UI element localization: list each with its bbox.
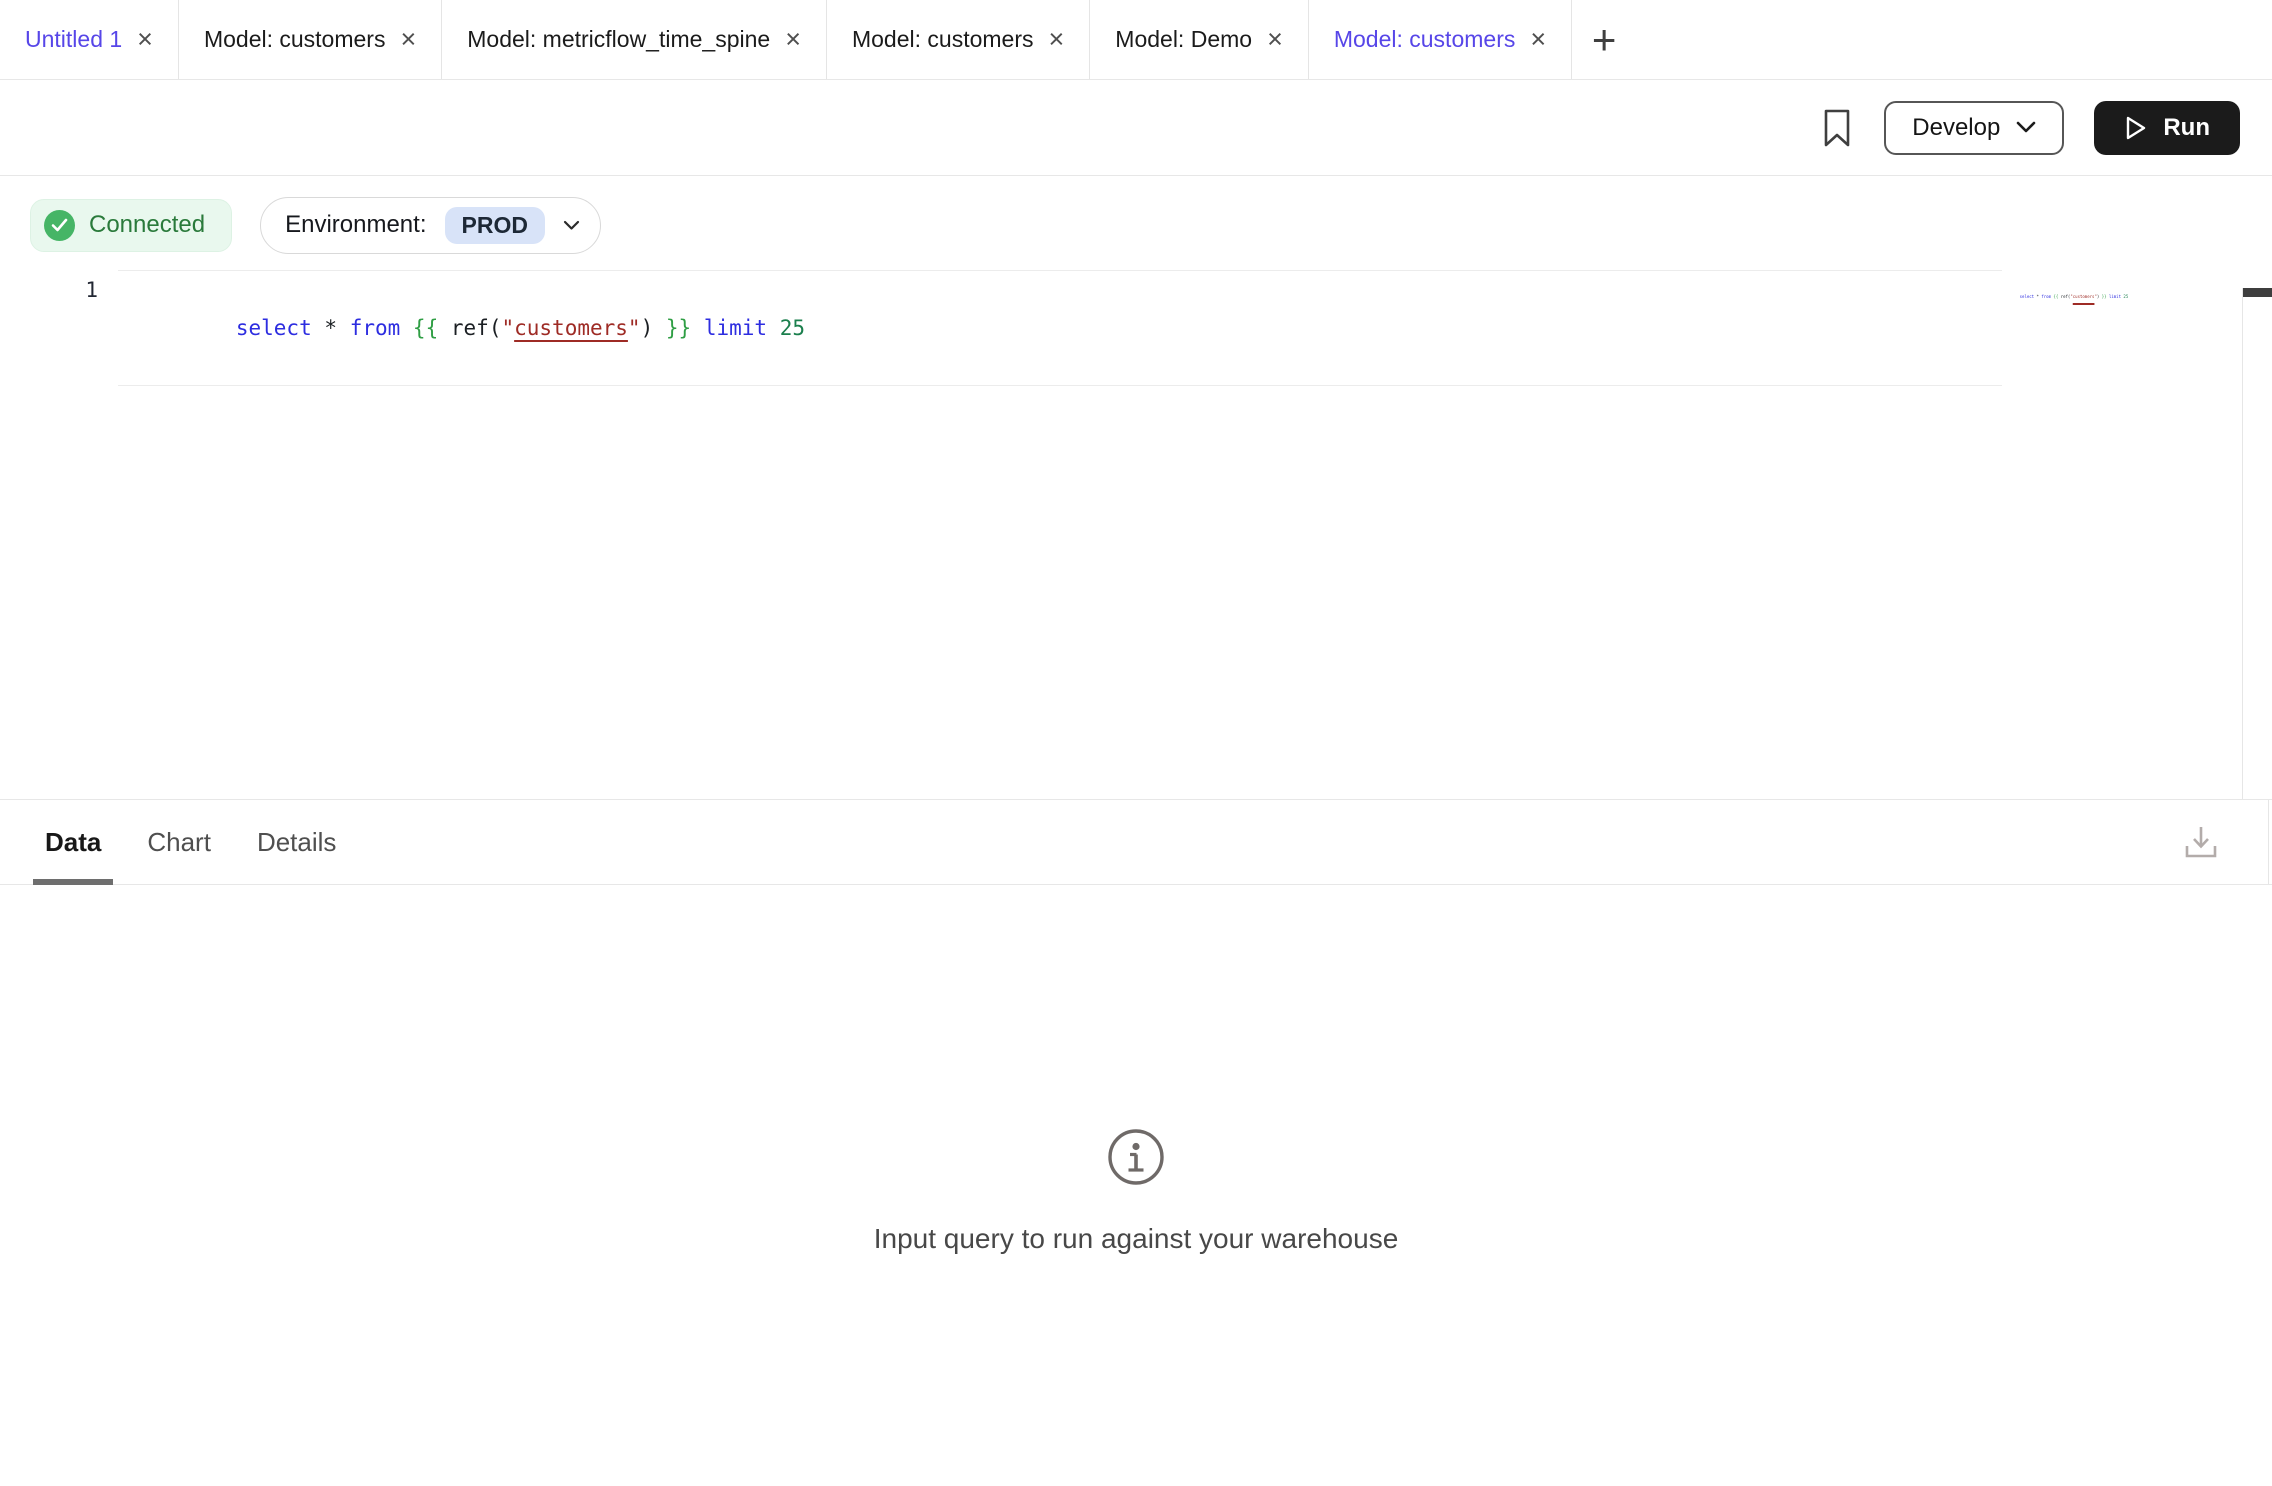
minimap-token: ref (2061, 294, 2068, 299)
results-empty-state: Input query to run against your warehous… (0, 885, 2272, 1486)
code-line[interactable]: select * from {{ ref("customers") }} lim… (118, 270, 2002, 386)
editor-tab-label: Model: customers (1334, 26, 1516, 53)
code-token: 25 (780, 316, 805, 340)
empty-state-message: Input query to run against your warehous… (874, 1223, 1399, 1255)
line-number: 1 (0, 270, 118, 386)
develop-button-label: Develop (1912, 114, 2000, 142)
close-icon[interactable]: × (1049, 26, 1065, 53)
connection-status-badge: Connected (30, 199, 232, 252)
editor-tab-label: Untitled 1 (25, 26, 122, 53)
editor-tab-label: Model: customers (204, 26, 386, 53)
editor-tab[interactable]: Untitled 1 × (0, 0, 179, 79)
panel-divider (2268, 800, 2269, 884)
check-circle-icon (44, 210, 75, 241)
editor-tab[interactable]: Model: customers × (827, 0, 1090, 79)
code-editor: 1 select * from {{ ref("customers") }} l… (0, 270, 2272, 386)
toolbar: Develop Run (0, 80, 2272, 176)
code-token: ) (641, 316, 654, 340)
editor-tab[interactable]: Model: Demo × (1090, 0, 1309, 79)
new-tab-button[interactable]: + (1572, 0, 1636, 79)
connection-status-label: Connected (89, 211, 205, 239)
editor-minimap: select * from {{ ref("customers") }} lim… (2010, 288, 2128, 306)
bookmark-button[interactable] (1820, 107, 1854, 149)
download-icon (2182, 824, 2220, 860)
chevron-down-icon (563, 220, 580, 231)
editor-tab[interactable]: Model: customers × (179, 0, 442, 79)
close-icon[interactable]: × (1530, 26, 1546, 53)
minimap-token: select (2020, 294, 2034, 299)
plus-icon: + (1592, 16, 1617, 64)
sql-editor-pane: Connected Environment: PROD 1 select * f… (0, 196, 2272, 800)
code-token: from (350, 316, 401, 340)
info-circle-icon (1106, 1127, 1166, 1187)
close-icon[interactable]: × (1267, 26, 1283, 53)
develop-button[interactable]: Develop (1884, 101, 2064, 155)
editor-tab-label: Model: customers (852, 26, 1034, 53)
minimap-token: limit (2109, 294, 2121, 299)
results-tab-label: Data (45, 827, 101, 858)
code-token: {{ (413, 316, 438, 340)
editor-tab-label: Model: metricflow_time_spine (467, 26, 770, 53)
results-tab-label: Details (257, 827, 336, 858)
code-token: " (628, 316, 641, 340)
results-tab[interactable]: Chart (147, 800, 211, 884)
bookmark-icon (1820, 107, 1854, 149)
code-token (653, 316, 666, 340)
results-panel-header: Data Chart Details (0, 800, 2272, 885)
play-icon (2124, 115, 2148, 141)
environment-selector[interactable]: Environment: PROD (260, 197, 601, 254)
close-icon[interactable]: × (785, 26, 801, 53)
code-token (767, 316, 780, 340)
code-token: * (324, 316, 337, 340)
minimap-token: from (2041, 294, 2051, 299)
run-button-label: Run (2163, 114, 2210, 142)
editor-tab[interactable]: Model: metricflow_time_spine × (442, 0, 827, 79)
editor-tab[interactable]: Model: customers × (1309, 0, 1572, 79)
close-icon[interactable]: × (137, 26, 153, 53)
download-button[interactable] (2182, 824, 2220, 860)
minimap-token: customers (2073, 294, 2095, 299)
results-tab[interactable]: Details (257, 800, 336, 884)
editor-tab-bar: Untitled 1 × Model: customers × Model: m… (0, 0, 2272, 80)
editor-status-row: Connected Environment: PROD (30, 196, 2272, 254)
environment-value-pill: PROD (445, 207, 545, 244)
run-button[interactable]: Run (2094, 101, 2240, 155)
code-token: }} (666, 316, 691, 340)
code-token: ref (451, 316, 489, 340)
results-tab[interactable]: Data (45, 800, 101, 884)
close-icon[interactable]: × (400, 26, 416, 53)
editor-tab-label: Model: Demo (1115, 26, 1252, 53)
chevron-down-icon (2016, 121, 2036, 134)
editor-scrollbar[interactable] (2242, 288, 2272, 799)
code-token (337, 316, 350, 340)
results-tab-label: Chart (147, 827, 211, 858)
environment-label: Environment: (285, 211, 426, 239)
code-token: " (501, 316, 514, 340)
code-token (312, 316, 325, 340)
code-token (400, 316, 413, 340)
code-token: ( (489, 316, 502, 340)
code-token: select (236, 316, 312, 340)
code-token (438, 316, 451, 340)
scrollbar-thumb[interactable] (2243, 288, 2272, 297)
code-token: customers (514, 316, 628, 340)
minimap-token: 25 (2123, 294, 2128, 299)
code-token (691, 316, 704, 340)
code-token: limit (704, 316, 767, 340)
